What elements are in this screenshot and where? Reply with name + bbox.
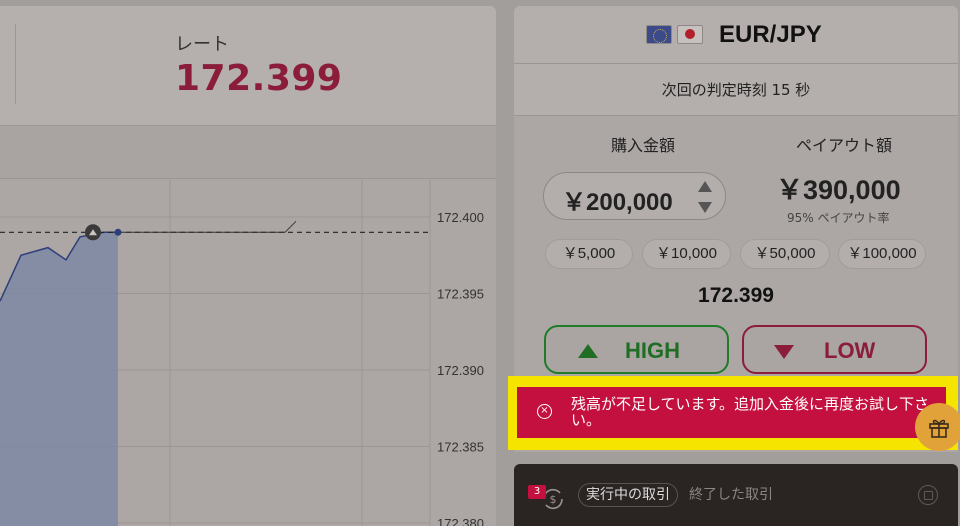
payout-value: ￥390,000: [776, 175, 901, 205]
tab-closed-trades[interactable]: 終了した取引: [689, 483, 773, 507]
y-tick-label: 172.380: [437, 516, 484, 526]
amount-label: 購入金額: [611, 136, 676, 155]
rate-label: レート: [175, 34, 229, 55]
current-point: [114, 228, 122, 236]
quick-amount-10000[interactable]: ￥10,000: [642, 239, 731, 269]
trades-bar: 3 $ 実行中の取引 終了した取引: [514, 464, 958, 526]
alert-message: 残高が不足しています。追加入金後に再度お試し下さい。: [571, 395, 930, 429]
triangle-up-icon: [578, 344, 598, 358]
alert-highlight: × 残高が不足しています。追加入金後に再度お試し下さい。: [508, 376, 958, 450]
pair-header[interactable]: EUR/JPY: [514, 6, 958, 64]
y-tick-label: 172.395: [437, 287, 484, 302]
chart-svg: 172.400 172.395 172.390 172.385 172.380: [0, 179, 484, 526]
stepper-up-icon[interactable]: [698, 181, 712, 192]
projection-tick: [284, 220, 297, 233]
eu-flag-icon: [646, 25, 672, 44]
current-rate: 172.399: [698, 284, 774, 307]
trades-count-badge: 3: [528, 485, 546, 499]
jp-flag-icon: [677, 25, 703, 44]
quick-amount-5000[interactable]: ￥5,000: [545, 239, 633, 269]
tab-active-trades[interactable]: 実行中の取引: [578, 483, 678, 507]
quick-amount-50000[interactable]: ￥50,000: [740, 239, 830, 269]
price-chart[interactable]: 172.400 172.395 172.390 172.385 172.380: [0, 179, 496, 526]
expiry-text: 次回の判定時刻 15 秒: [514, 64, 958, 116]
high-label: HIGH: [625, 338, 680, 363]
external-link-icon[interactable]: [918, 485, 938, 505]
divider: [15, 24, 16, 104]
high-button[interactable]: HIGH: [544, 325, 729, 374]
price-area: [0, 232, 118, 526]
svg-text:$: $: [550, 493, 557, 506]
gift-button[interactable]: [915, 403, 960, 451]
rate-box: レート 172.399: [0, 6, 496, 126]
stepper-down-icon[interactable]: [698, 202, 712, 213]
payout-rate: 95% ペイアウト率: [787, 211, 890, 225]
y-tick-label: 172.400: [437, 210, 484, 225]
low-label: LOW: [824, 338, 876, 363]
gift-icon: [929, 419, 949, 438]
quick-amount-100000[interactable]: ￥100,000: [838, 239, 926, 269]
chart-toolbar: [0, 127, 496, 179]
rate-value: 172.399: [175, 58, 343, 99]
low-button[interactable]: LOW: [742, 325, 927, 374]
chart-panel: レート 172.399 172.400 172.395 172.390 172.385…: [0, 6, 496, 526]
pair-name: EUR/JPY: [719, 21, 822, 48]
payout-label: ペイアウト額: [796, 136, 893, 155]
amount-input[interactable]: ￥200,000: [543, 172, 726, 220]
triangle-down-icon: [774, 345, 794, 359]
insufficient-balance-alert: × 残高が不足しています。追加入金後に再度お試し下さい。: [517, 387, 946, 438]
amount-value: ￥200,000: [562, 189, 673, 216]
y-tick-label: 172.390: [437, 363, 484, 378]
y-tick-label: 172.385: [437, 440, 484, 455]
error-circle-icon[interactable]: ×: [537, 404, 552, 419]
